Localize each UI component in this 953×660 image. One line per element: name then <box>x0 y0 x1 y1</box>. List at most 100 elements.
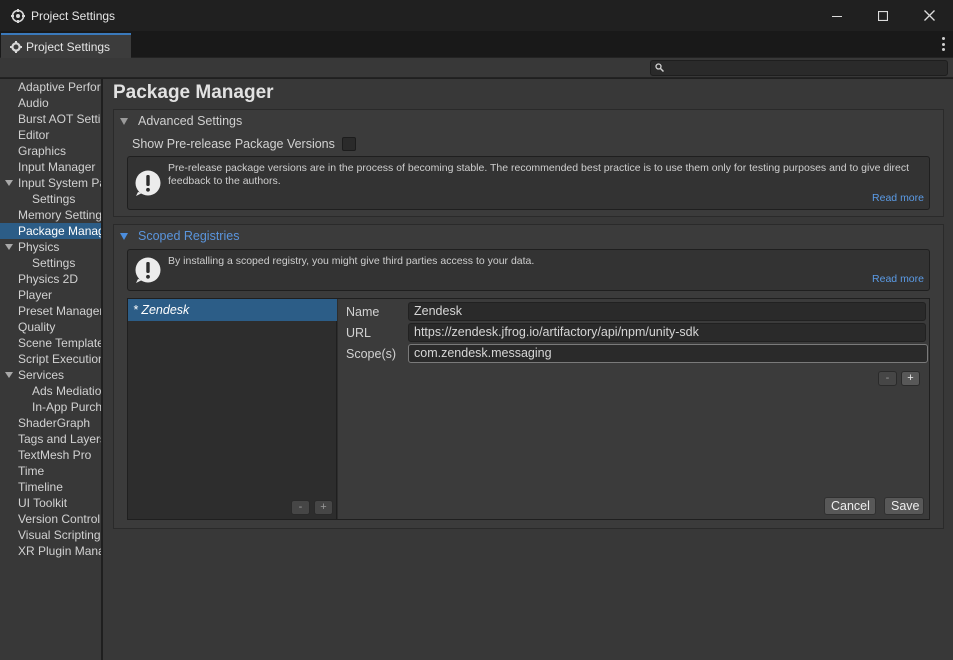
sidebar-item-graphics[interactable]: Graphics <box>0 143 101 159</box>
sidebar-item-input-system-package[interactable]: Input System Package <box>0 175 101 191</box>
expand-arrow-icon[interactable] <box>5 372 13 378</box>
close-button[interactable] <box>906 0 952 31</box>
registry-list: * Zendesk - + <box>128 299 337 519</box>
sidebar-item-label: Physics 2D <box>18 272 79 286</box>
sidebar-item-label: UI Toolkit <box>18 496 68 510</box>
sidebar-item-in-app-purchasing[interactable]: In-App Purchasing <box>0 399 101 415</box>
sidebar-item-label: Input Manager <box>18 160 96 174</box>
scoped-help-box: By installing a scoped registry, you mig… <box>127 249 930 291</box>
sidebar-item-visual-scripting[interactable]: Visual Scripting <box>0 527 101 543</box>
sidebar-item-label: Timeline <box>18 480 63 494</box>
sidebar-item-scene-template[interactable]: Scene Template <box>0 335 101 351</box>
sidebar-item-settings[interactable]: Settings <box>0 255 101 271</box>
window-title: Project Settings <box>31 8 116 23</box>
sidebar-item-label: TextMesh Pro <box>18 448 92 462</box>
sidebar-item-label: Memory Settings <box>18 208 101 222</box>
sidebar-item-audio[interactable]: Audio <box>0 95 101 111</box>
sidebar-item-physics-2d[interactable]: Physics 2D <box>0 271 101 287</box>
sidebar-item-label: Player <box>18 288 53 302</box>
search-icon <box>655 63 664 72</box>
advanced-settings-title: Advanced Settings <box>138 114 243 128</box>
sidebar-item-services[interactable]: Services <box>0 367 101 383</box>
gear-icon <box>10 40 22 53</box>
save-button[interactable]: Save <box>884 497 924 515</box>
registry-details: Name Zendesk URL https://zendesk.jfrog.i… <box>338 299 929 519</box>
minimize-button[interactable] <box>814 0 860 31</box>
tab-project-settings[interactable]: Project Settings <box>1 33 131 58</box>
title-bar: Project Settings <box>0 0 953 31</box>
sidebar-item-ads-mediation[interactable]: Ads Mediation <box>0 383 101 399</box>
registry-actions: Cancel Save <box>824 497 924 515</box>
sidebar-item-label: In-App Purchasing <box>32 400 101 414</box>
url-field[interactable]: https://zendesk.jfrog.io/artifactory/api… <box>408 323 926 342</box>
sidebar-item-xr-plugin-management[interactable]: XR Plugin Management <box>0 543 101 559</box>
scope-buttons: - + <box>878 371 920 386</box>
sidebar-item-physics[interactable]: Physics <box>0 239 101 255</box>
sidebar-item-burst-aot-settings[interactable]: Burst AOT Settings <box>0 111 101 127</box>
sidebar-item-quality[interactable]: Quality <box>0 319 101 335</box>
read-more-link[interactable]: Read more <box>872 192 924 204</box>
name-label: Name <box>346 304 380 319</box>
sidebar-item-label: Script Execution Order <box>18 352 101 366</box>
sidebar-item-preset-manager[interactable]: Preset Manager <box>0 303 101 319</box>
minimize-icon <box>832 15 842 17</box>
main-panel: Package Manager Advanced Settings Show P… <box>103 79 953 660</box>
sidebar-item-time[interactable]: Time <box>0 463 101 479</box>
sidebar-item-label: Visual Scripting <box>18 528 101 542</box>
url-label: URL <box>346 325 372 340</box>
remove-scope-button[interactable]: - <box>878 371 897 386</box>
warning-icon <box>135 257 161 283</box>
sidebar-item-label: Physics <box>18 240 60 254</box>
advanced-settings-header[interactable]: Advanced Settings <box>120 114 242 128</box>
sidebar-item-timeline[interactable]: Timeline <box>0 479 101 495</box>
sidebar-item-label: Ads Mediation <box>32 384 101 398</box>
expand-arrow-icon[interactable] <box>5 180 13 186</box>
settings-sidebar: Adaptive Performance Audio Burst AOT Setti… <box>0 79 102 660</box>
sidebar-item-tags-and-layers[interactable]: Tags and Layers <box>0 431 101 447</box>
sidebar-item-label: Quality <box>18 320 56 334</box>
scoped-registries-header[interactable]: Scoped Registries <box>120 229 239 243</box>
sidebar-item-player[interactable]: Player <box>0 287 101 303</box>
sidebar-item-label: Services <box>18 368 65 382</box>
sidebar-item-memory-settings[interactable]: Memory Settings <box>0 207 101 223</box>
prerelease-checkbox[interactable] <box>341 137 356 151</box>
sidebar-item-input-manager[interactable]: Input Manager <box>0 159 101 175</box>
registry-list-buttons: - + <box>291 500 333 515</box>
sidebar-item-textmesh-pro[interactable]: TextMesh Pro <box>0 447 101 463</box>
name-row: Name Zendesk <box>346 302 926 321</box>
scopes-row: Scope(s) com.zendesk.messaging <box>346 344 928 363</box>
sidebar-item-shadergraph[interactable]: ShaderGraph <box>0 415 101 431</box>
prerelease-toggle-row: Show Pre-release Package Versions <box>132 137 356 151</box>
scopes-field[interactable]: com.zendesk.messaging <box>408 344 928 363</box>
sidebar-item-script-execution-order[interactable]: Script Execution Order <box>0 351 101 367</box>
remove-registry-button[interactable]: - <box>291 500 310 515</box>
sidebar-item-adaptive-performance[interactable]: Adaptive Performance <box>0 79 101 95</box>
sidebar-item-version-control[interactable]: Version Control <box>0 511 101 527</box>
cancel-button[interactable]: Cancel <box>824 497 876 515</box>
sidebar-item-label: Audio <box>18 96 49 110</box>
sidebar-item-label: Editor <box>18 128 50 142</box>
sidebar-item-label: Preset Manager <box>18 304 101 318</box>
add-registry-button[interactable]: + <box>314 500 333 515</box>
registry-item-zendesk[interactable]: * Zendesk <box>128 299 337 321</box>
search-input[interactable] <box>650 60 948 76</box>
maximize-button[interactable] <box>860 0 906 31</box>
warning-icon <box>135 170 161 196</box>
read-more-link[interactable]: Read more <box>872 273 924 285</box>
name-field[interactable]: Zendesk <box>408 302 926 321</box>
sidebar-item-ui-toolkit[interactable]: UI Toolkit <box>0 495 101 511</box>
sidebar-item-settings[interactable]: Settings <box>0 191 101 207</box>
sidebar-item-package-manager[interactable]: Package Manager <box>0 223 101 239</box>
more-options-icon[interactable] <box>941 37 945 51</box>
sidebar-item-label: Scene Template <box>18 336 101 350</box>
expand-arrow-icon[interactable] <box>5 244 13 250</box>
scoped-help-text: By installing a scoped registry, you mig… <box>168 255 535 267</box>
page-title: Package Manager <box>113 82 274 103</box>
prerelease-label: Show Pre-release Package Versions <box>132 137 335 151</box>
prerelease-help-box: Pre-release package versions are in the … <box>127 156 930 210</box>
foldout-arrow-icon <box>120 232 128 240</box>
sidebar-item-editor[interactable]: Editor <box>0 127 101 143</box>
url-row: URL https://zendesk.jfrog.io/artifactory… <box>346 323 926 342</box>
sidebar-item-label: XR Plugin Management <box>18 544 101 558</box>
add-scope-button[interactable]: + <box>901 371 920 386</box>
